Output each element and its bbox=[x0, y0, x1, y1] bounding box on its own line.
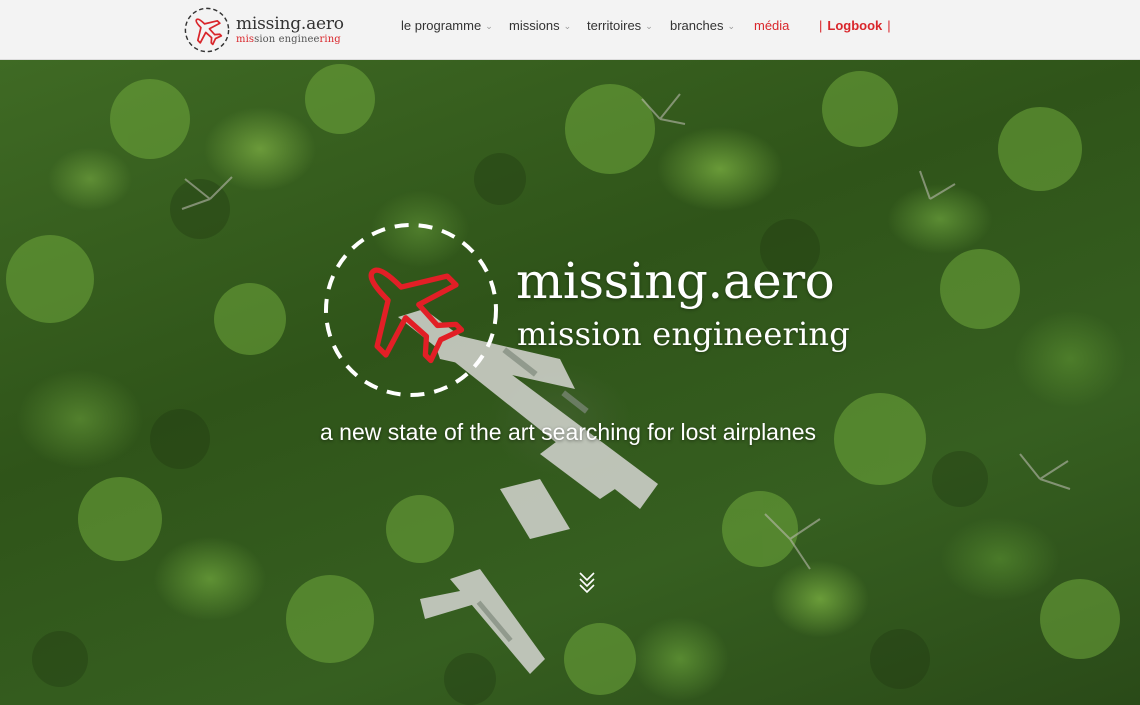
brand-text: missing.aero mission engineering bbox=[236, 13, 344, 45]
nav-item-label: Logbook bbox=[827, 18, 883, 33]
hero-title: missing.aero bbox=[516, 252, 835, 310]
hero-section: missing.aero mission engineering a new s… bbox=[0, 59, 1140, 705]
chevron-down-icon: ⌄ bbox=[485, 21, 493, 31]
hero-subtitle: mission engineering bbox=[517, 315, 850, 353]
nav-item-label: territoires bbox=[587, 18, 642, 33]
brand-subtitle-prefix: mis bbox=[236, 33, 255, 45]
nav-item-territoires[interactable]: territoires ⌄ bbox=[587, 18, 653, 33]
brand-subtitle-mid: sion enginee bbox=[254, 33, 320, 45]
hero-tagline: a new state of the art searching for los… bbox=[320, 419, 817, 445]
forest-plane-wreck-image bbox=[6, 64, 1120, 705]
nav-item-label: média bbox=[754, 18, 790, 33]
nav-item-branches[interactable]: branches ⌄ bbox=[670, 18, 735, 33]
plane-circle-icon bbox=[184, 7, 230, 53]
hero-plane-logo-icon bbox=[324, 223, 498, 397]
logbook-separator-right: | bbox=[887, 18, 891, 33]
nav-item-label: missions bbox=[509, 18, 560, 33]
nav-item-missions[interactable]: missions ⌄ bbox=[509, 18, 571, 33]
brand-name: missing.aero bbox=[236, 13, 344, 34]
nav-item-label: branches bbox=[670, 18, 724, 33]
brand-subtitle-suffix: ring bbox=[319, 33, 341, 45]
chevron-down-icon: ⌄ bbox=[727, 21, 736, 31]
nav-item-label: le programme bbox=[401, 18, 482, 33]
nav-item-logbook[interactable]: | Logbook | bbox=[814, 18, 896, 33]
nav-item-media[interactable]: média bbox=[754, 18, 789, 33]
site-header: missing.aero mission engineering le prog… bbox=[0, 0, 1140, 60]
double-chevron-down-icon[interactable] bbox=[577, 569, 597, 595]
chevron-down-icon: ⌄ bbox=[563, 21, 572, 31]
brand-subtitle: mission engineering bbox=[236, 33, 344, 45]
brand-home-link[interactable]: missing.aero mission engineering bbox=[183, 6, 344, 54]
nav-item-le-programme[interactable]: le programme ⌄ bbox=[401, 18, 493, 33]
chevron-down-icon: ⌄ bbox=[645, 21, 653, 31]
logbook-separator-left: | bbox=[819, 18, 823, 33]
